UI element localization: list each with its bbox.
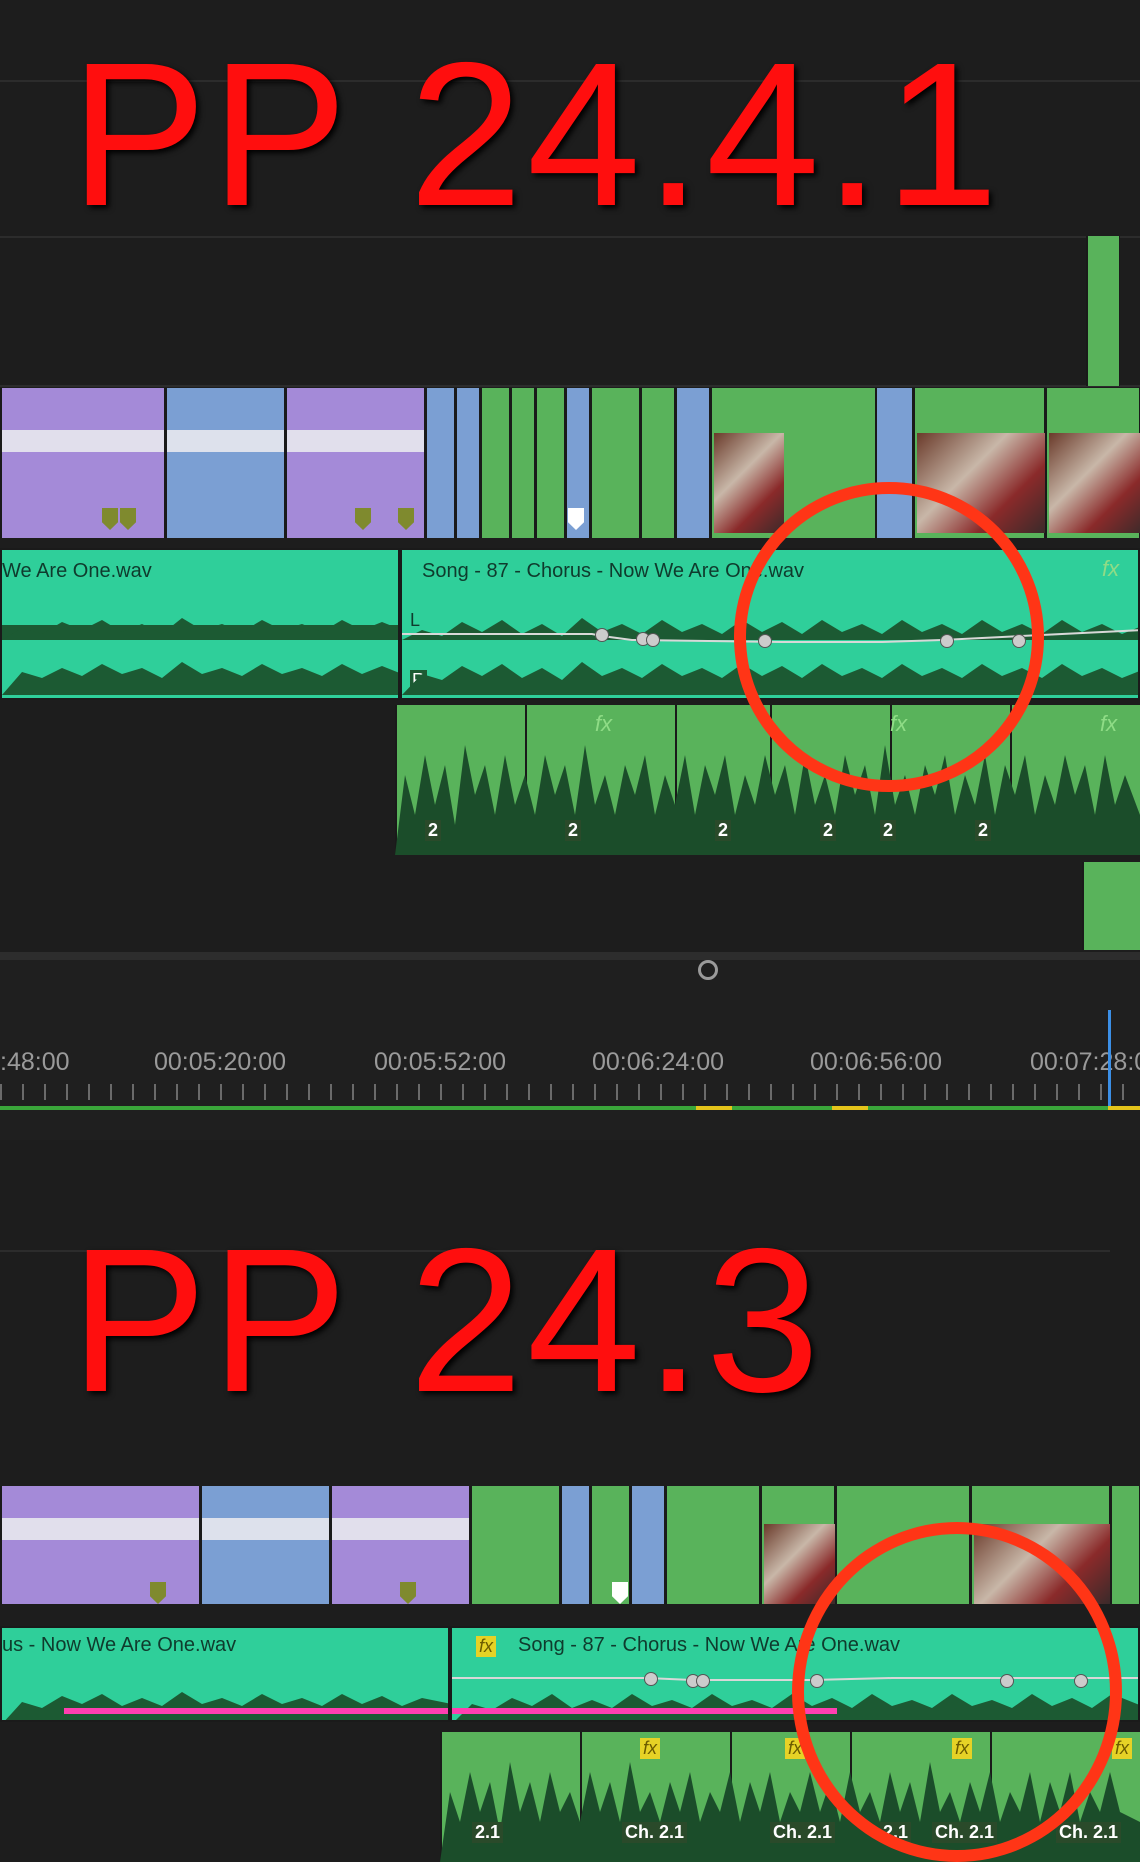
video-clip[interactable] (675, 388, 710, 538)
scroll-handle[interactable] (698, 960, 718, 980)
video-clip[interactable] (0, 388, 165, 538)
highlight-circle (734, 482, 1044, 792)
timecode-label: :48:00 (0, 1048, 70, 1076)
audio-waveform (2, 618, 398, 695)
render-bar-yellow (1108, 1106, 1140, 1110)
audio-clip-name: us - Now We Are One.wav (2, 1634, 237, 1656)
video-clip[interactable] (165, 388, 285, 538)
channel-badge: 2 (880, 820, 897, 841)
channel-badge: Ch. 2.1 (622, 1822, 688, 1843)
video-clip[interactable] (665, 1486, 760, 1604)
video-clip[interactable] (0, 1486, 200, 1604)
video-clip[interactable] (535, 388, 565, 538)
render-bar-yellow (832, 1106, 868, 1110)
timecode-label: 00:05:20:00 (154, 1048, 287, 1076)
channel-badge: Ch. 2.1 (770, 1822, 836, 1843)
channel-badge: 2 (425, 820, 442, 841)
highlight-circle (792, 1522, 1122, 1862)
channel-badge: 2 (715, 820, 732, 841)
work-area-bar (0, 1106, 1140, 1110)
timeline-panel-old: us - Now We Are One.wav fx Song - 87 - C… (0, 1140, 1140, 1862)
audio-clip[interactable]: We Are One.wav (0, 548, 400, 700)
timeline-panel-new: We Are One.wav Song - 87 - Chorus - Now … (0, 0, 1140, 960)
version-label-new: PP 24.4.1 (70, 20, 1003, 249)
channel-badge: 2 (565, 820, 582, 841)
fx-badge[interactable]: fx (640, 1738, 661, 1759)
clip-thumbnail (714, 433, 784, 533)
video-clip[interactable] (1110, 1486, 1140, 1604)
video-clip[interactable] (640, 388, 675, 538)
audio-clip[interactable]: us - Now We Are One.wav (0, 1626, 450, 1722)
playhead[interactable] (1108, 1010, 1111, 1110)
fx-badge[interactable]: fx (1102, 556, 1119, 582)
keyframe[interactable] (696, 1674, 710, 1688)
render-bar-yellow (696, 1106, 732, 1110)
channel-badge: 2.1 (472, 1822, 504, 1843)
video-clip[interactable] (510, 388, 535, 538)
channel-badge: 2 (820, 820, 837, 841)
video-clip[interactable] (1086, 236, 1120, 386)
version-label-old: PP 24.3 (70, 1206, 824, 1435)
clip-thumbnail (1049, 433, 1140, 533)
video-clip[interactable] (630, 1486, 665, 1604)
timecode-label: 00:06:24:00 (592, 1048, 725, 1076)
ruler-ticks (0, 1084, 1140, 1100)
keyframe[interactable] (646, 633, 660, 647)
timeline-ruler[interactable]: :48:00 00:05:20:00 00:05:52:00 00:06:24:… (0, 960, 1140, 1140)
keyframe[interactable] (595, 628, 609, 642)
timecode-label: 00:06:56:00 (810, 1048, 943, 1076)
video-clip[interactable] (590, 388, 640, 538)
video-clip[interactable] (425, 388, 455, 538)
track-divider (0, 385, 1140, 387)
video-clip[interactable] (470, 1486, 560, 1604)
audio-waveform (395, 745, 1140, 855)
fx-badge[interactable]: fx (595, 711, 612, 737)
audio-clip[interactable] (1082, 862, 1140, 950)
timecode-label: 00:07:28:00 (1030, 1048, 1140, 1076)
timecode-label: 00:05:52:00 (374, 1048, 507, 1076)
video-clip[interactable] (560, 1486, 590, 1604)
fx-badge[interactable]: fx (476, 1636, 497, 1657)
timeline-scrollbar[interactable] (0, 952, 1140, 960)
fx-badge[interactable]: fx (1100, 711, 1117, 737)
fx-badge[interactable]: fx (1112, 1738, 1133, 1759)
video-clip[interactable] (1045, 388, 1140, 538)
video-clip[interactable] (200, 1486, 330, 1604)
keyframe[interactable] (644, 1672, 658, 1686)
channel-badge: 2 (975, 820, 992, 841)
audio-waveform (5, 1692, 448, 1720)
video-clip[interactable] (455, 388, 480, 538)
video-clip[interactable] (480, 388, 510, 538)
audio-clip-name: We Are One.wav (2, 560, 152, 582)
channel-badge: Ch. 2.1 (1056, 1822, 1122, 1843)
video-clip[interactable] (760, 1486, 836, 1604)
